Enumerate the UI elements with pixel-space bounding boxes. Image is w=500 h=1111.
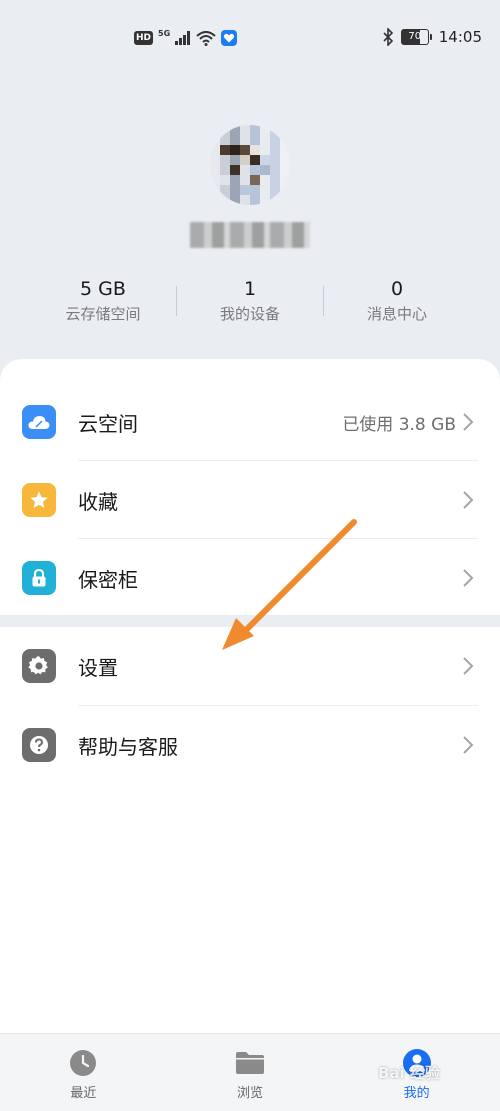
chevron-right-icon xyxy=(463,569,474,587)
menu-card-bottom: 设置 帮助与客服 xyxy=(0,627,500,1033)
stat-value: 5 GB xyxy=(80,278,126,300)
battery-indicator: 70 xyxy=(400,29,432,45)
menu-item-settings[interactable]: 设置 xyxy=(0,627,500,705)
battery-level: 70 xyxy=(400,29,429,45)
cloud-icon xyxy=(22,405,56,439)
stat-label: 我的设备 xyxy=(219,305,280,323)
folder-icon xyxy=(235,1048,265,1078)
status-bar: HD 5G 70 14:05 xyxy=(0,0,500,76)
status-left: HD 5G xyxy=(134,28,238,48)
star-icon xyxy=(22,483,56,517)
chevron-right-icon xyxy=(463,491,474,509)
gear-icon xyxy=(22,649,56,683)
chevron-right-icon xyxy=(463,657,474,675)
clock-icon xyxy=(68,1048,98,1078)
signal-icon xyxy=(175,31,191,45)
stats-row: 5 GB 云存储空间 1 我的设备 0 消息中心 xyxy=(30,276,470,326)
status-right: 70 14:05 xyxy=(382,26,482,48)
help-icon xyxy=(22,728,56,762)
watermark: Bai 经验 xyxy=(378,1064,440,1082)
chevron-right-icon xyxy=(463,413,474,431)
health-icon xyxy=(221,30,238,46)
stat-message-center[interactable]: 0 消息中心 xyxy=(324,277,470,325)
bluetooth-icon xyxy=(383,28,393,46)
chevron-right-icon xyxy=(463,736,474,754)
nav-item-recent[interactable]: 最近 xyxy=(0,1034,167,1111)
menu-label: 收藏 xyxy=(78,489,118,514)
nav-label: 浏览 xyxy=(237,1086,264,1101)
stat-value: 0 xyxy=(390,278,404,300)
menu-label: 设置 xyxy=(78,655,118,680)
lock-icon xyxy=(22,561,56,595)
stat-cloud-storage[interactable]: 5 GB 云存储空间 xyxy=(30,277,176,325)
nav-label: 最近 xyxy=(70,1086,97,1101)
battery-tip xyxy=(429,34,432,40)
menu-item-safe[interactable]: 保密柜 xyxy=(0,539,500,617)
menu-item-cloud-space[interactable]: 云空间 已使用 3.8 GB xyxy=(0,383,500,461)
stat-my-devices[interactable]: 1 我的设备 xyxy=(177,277,323,325)
nav-label: 我的 xyxy=(403,1086,430,1101)
stat-label: 消息中心 xyxy=(366,305,427,323)
stat-value: 1 xyxy=(243,278,257,300)
cloud-usage-text: 已使用 3.8 GB xyxy=(342,414,456,435)
menu-label: 保密柜 xyxy=(78,567,138,592)
clock-time: 14:05 xyxy=(438,28,482,46)
wifi-icon xyxy=(196,30,216,46)
nav-item-browse[interactable]: 浏览 xyxy=(167,1034,334,1111)
hd-badge: HD xyxy=(134,31,154,45)
menu-label: 云空间 xyxy=(78,411,138,436)
username-blurred xyxy=(190,222,310,248)
stat-label: 云存储空间 xyxy=(65,305,141,323)
network-type: 5G xyxy=(158,28,171,38)
menu-item-help[interactable]: 帮助与客服 xyxy=(0,706,500,784)
menu-card-top: 云空间 已使用 3.8 GB 收藏 保密柜 xyxy=(0,359,500,615)
menu-label: 帮助与客服 xyxy=(78,734,178,759)
menu-item-favorites[interactable]: 收藏 xyxy=(0,461,500,539)
avatar[interactable] xyxy=(210,125,290,205)
